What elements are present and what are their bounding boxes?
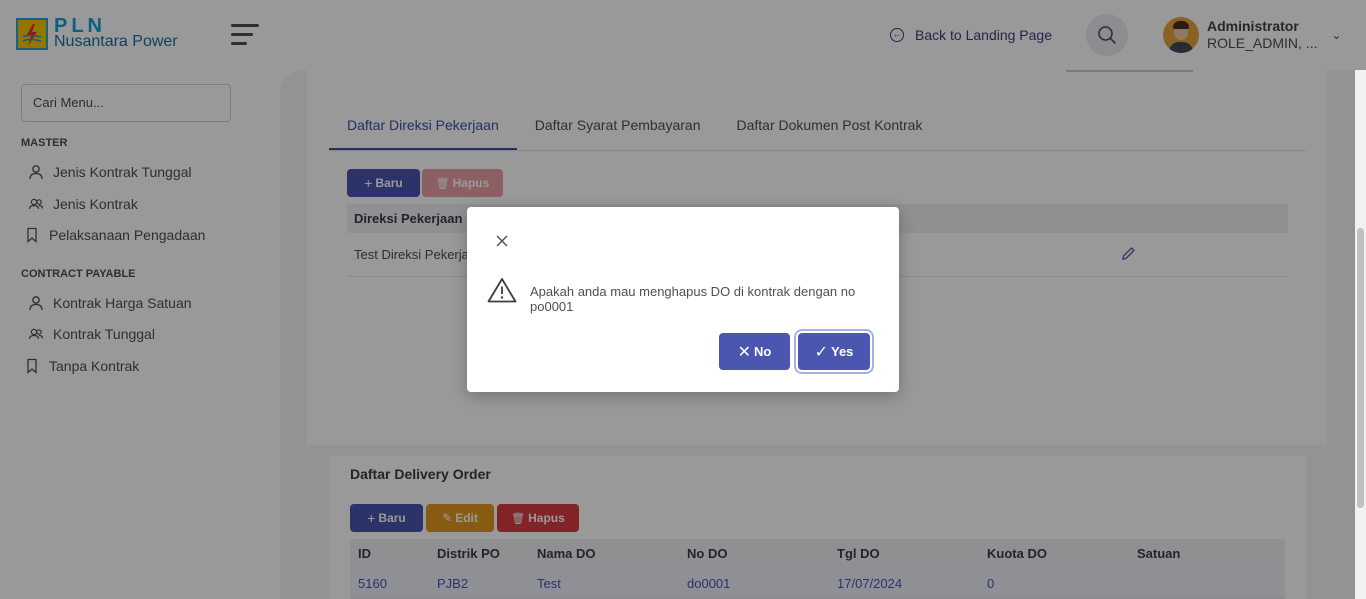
no-button[interactable]: ✕ No <box>719 333 790 370</box>
warning-icon <box>487 277 517 308</box>
confirm-dialog: Apakah anda mau menghapus DO di kontrak … <box>467 207 899 392</box>
yes-button[interactable]: ✓ Yes <box>798 333 870 370</box>
check-icon: ✓ <box>814 343 828 361</box>
scrollbar-thumb[interactable] <box>1357 228 1364 508</box>
page-scrollbar[interactable] <box>1355 70 1366 599</box>
confirm-message: Apakah anda mau menghapus DO di kontrak … <box>530 284 856 314</box>
close-icon[interactable] <box>494 233 510 249</box>
close-icon: ✕ <box>737 343 752 361</box>
